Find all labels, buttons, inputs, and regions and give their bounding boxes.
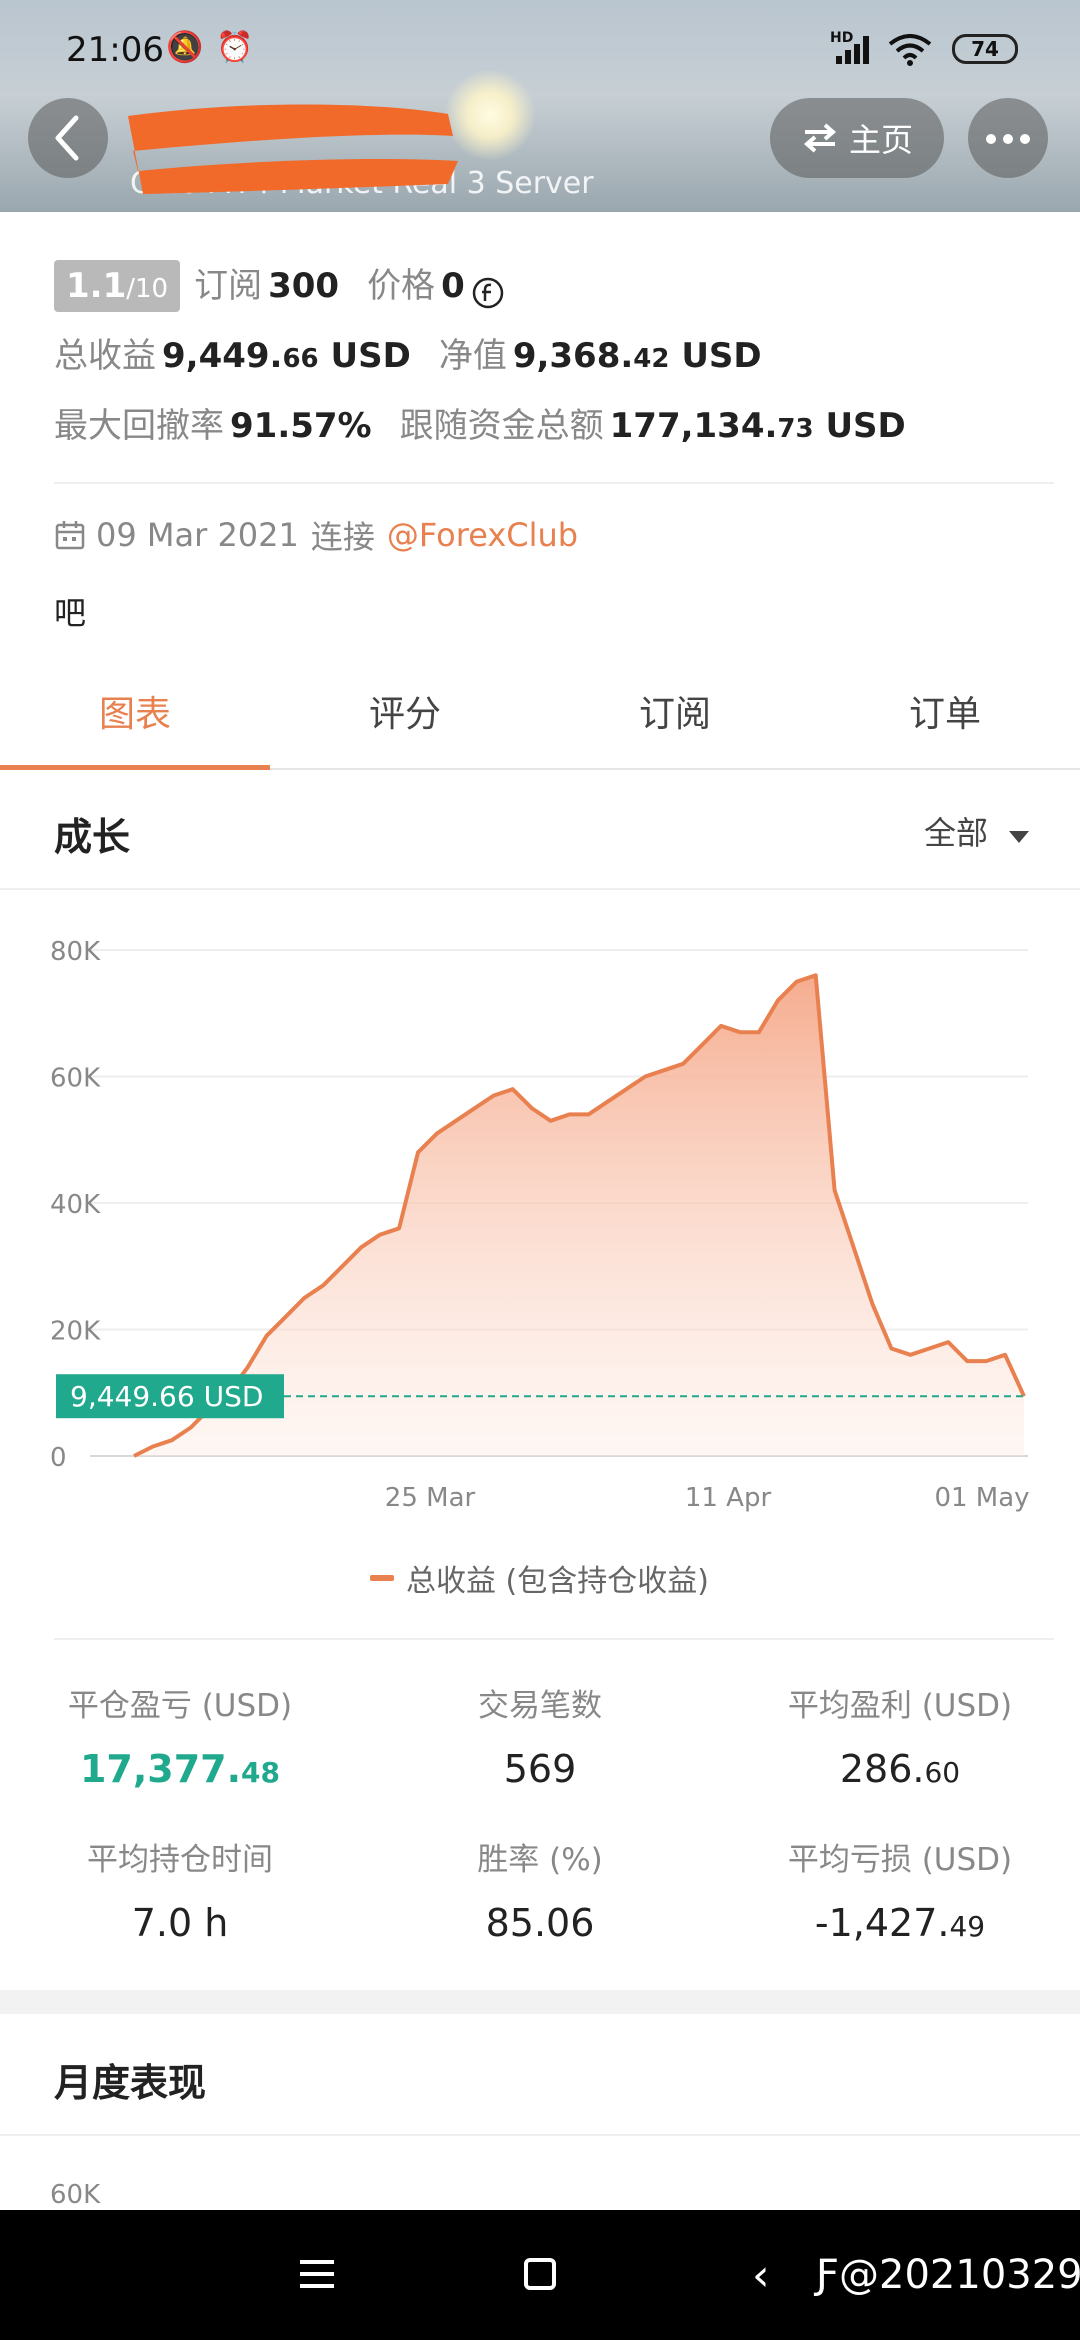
version-badge: 1.1/10: [54, 260, 181, 312]
system-nav-bar: ‹ Ƒ@20210329: [0, 2210, 1080, 2340]
y-tick-label: 80K: [50, 937, 101, 967]
price-value: 0: [441, 266, 465, 306]
tab-subscription[interactable]: 订阅: [540, 660, 810, 768]
growth-chart: 9,449.66 USD 80K 60K 40K 20K 0 25 Mar 11 Apr 01…: [50, 937, 1030, 1513]
status-time: 21:06: [66, 30, 164, 70]
alarm-icon: ⏰: [216, 30, 254, 65]
broker-link[interactable]: @ForexClub: [387, 516, 578, 554]
y-tick-label: 40K: [50, 1190, 101, 1220]
growth-title: 成长: [54, 815, 131, 859]
tab-chart[interactable]: 图表: [0, 660, 270, 770]
watermark: Ƒ@20210329: [816, 2252, 1080, 2298]
monthly-y-tick: 60K: [50, 2180, 101, 2210]
total-profit-label: 总收益: [54, 336, 156, 376]
range-dropdown[interactable]: 全部: [924, 808, 1030, 854]
legend-label: 总收益 (包含持仓收益): [406, 1564, 709, 1599]
total-profit-value: 9,449.66 USD: [162, 336, 411, 376]
more-button[interactable]: [968, 98, 1048, 178]
connect-date: 09 Mar 2021: [96, 516, 299, 554]
section-divider: [0, 888, 1080, 890]
tab-orders[interactable]: 订单: [810, 660, 1080, 768]
battery-indicator: 74: [952, 34, 1018, 64]
monthly-title: 月度表现: [54, 2061, 207, 2105]
menu-icon[interactable]: [300, 2260, 334, 2290]
wifi-icon: [888, 34, 932, 66]
home-button[interactable]: 主页: [770, 98, 944, 178]
info-divider: [54, 482, 1054, 484]
section-gap: [0, 1990, 1080, 2014]
caret-down-icon: [1009, 831, 1030, 843]
x-tick-label: 11 Apr: [685, 1483, 772, 1513]
subscribe-label: 订阅: [194, 266, 263, 306]
x-tick-label: 25 Mar: [385, 1483, 476, 1513]
tab-bar: 图表 评分 订阅 订单: [0, 660, 1080, 770]
nav-back-icon[interactable]: ‹: [752, 2250, 770, 2301]
back-button[interactable]: [28, 98, 108, 178]
legend-swatch: [370, 1575, 394, 1581]
status-bar: 21:06 🔕 ⏰ HD 74: [0, 0, 1080, 100]
current-value-label: 9,449.66 USD: [70, 1380, 263, 1413]
monthly-divider: [0, 2134, 1080, 2136]
subscribe-value: 300: [268, 266, 340, 306]
y-tick-label: 0: [50, 1443, 67, 1473]
info-row-3: 最大回撤率 91.57% 跟随资金总额 177,134.73 USD: [54, 398, 1054, 468]
description-text: 吧: [54, 594, 87, 632]
connection-info: 09 Mar 2021 连接 @ForexClub: [54, 512, 578, 558]
stat-avg-loss: 平均亏损 (USD) -1,427.49: [787, 1842, 1013, 1945]
stat-avg-profit: 平均盈利 (USD) 286.60: [787, 1688, 1013, 1791]
info-row-1: 1.1/10 订阅 300 价格 0: [54, 258, 1054, 328]
stat-trade-count: 交易笔数 569: [478, 1688, 602, 1791]
signal-icon: [836, 36, 872, 64]
info-row-2: 总收益 9,449.66 USD 净值 9,368.42 USD: [54, 328, 1054, 398]
equity-value: 9,368.42 USD: [512, 336, 762, 376]
equity-label: 净值: [438, 336, 507, 376]
header: 21:06 🔕 ⏰ HD 74 Club MT4 Market Real 3 S…: [0, 0, 1080, 212]
calendar-icon: [55, 521, 85, 550]
weibo-logo-icon: Ƒ: [816, 2252, 840, 2298]
home-square-icon[interactable]: [524, 2258, 556, 2290]
signal-info: 1.1/10 订阅 300 价格 0 总收益 9,449.66 USD 净值 9…: [54, 258, 1054, 468]
coin-icon: [472, 277, 503, 309]
follow-funds-value: 177,134.73 USD: [609, 406, 906, 446]
stat-win-rate: 胜率 (%) 85.06: [477, 1842, 603, 1945]
chart-legend: 总收益 (包含持仓收益): [370, 1556, 709, 1600]
price-label: 价格: [367, 266, 436, 306]
mute-icon: 🔕: [166, 30, 204, 65]
connect-label: 连接: [310, 518, 375, 556]
x-tick-label: 01 May: [934, 1483, 1029, 1513]
max-drawdown-value: 91.57%: [230, 406, 372, 446]
y-tick-label: 20K: [50, 1317, 101, 1347]
follow-funds-label: 跟随资金总额: [399, 406, 604, 446]
max-drawdown-label: 最大回撤率: [54, 406, 224, 446]
tab-rating[interactable]: 评分: [270, 660, 540, 768]
range-label: 全部: [924, 814, 989, 852]
home-label: 主页: [848, 121, 913, 159]
chevron-left-icon: [55, 115, 79, 161]
redaction-scribble: [128, 104, 458, 194]
switch-icon: [803, 123, 837, 153]
y-tick-label: 60K: [50, 1064, 101, 1094]
stat-closed-pnl: 平仓盈亏 (USD) 17,377.48: [67, 1688, 293, 1791]
stat-avg-hold-time: 平均持仓时间 7.0 h: [87, 1842, 273, 1945]
stats-divider: [54, 1638, 1054, 1640]
